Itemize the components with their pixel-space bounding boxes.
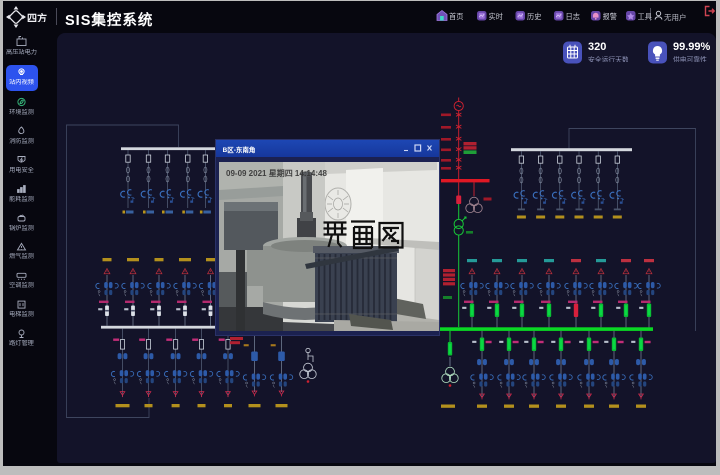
svg-text:09-09 2021 星期四 14:14:48: 09-09 2021 星期四 14:14:48 xyxy=(226,168,327,178)
